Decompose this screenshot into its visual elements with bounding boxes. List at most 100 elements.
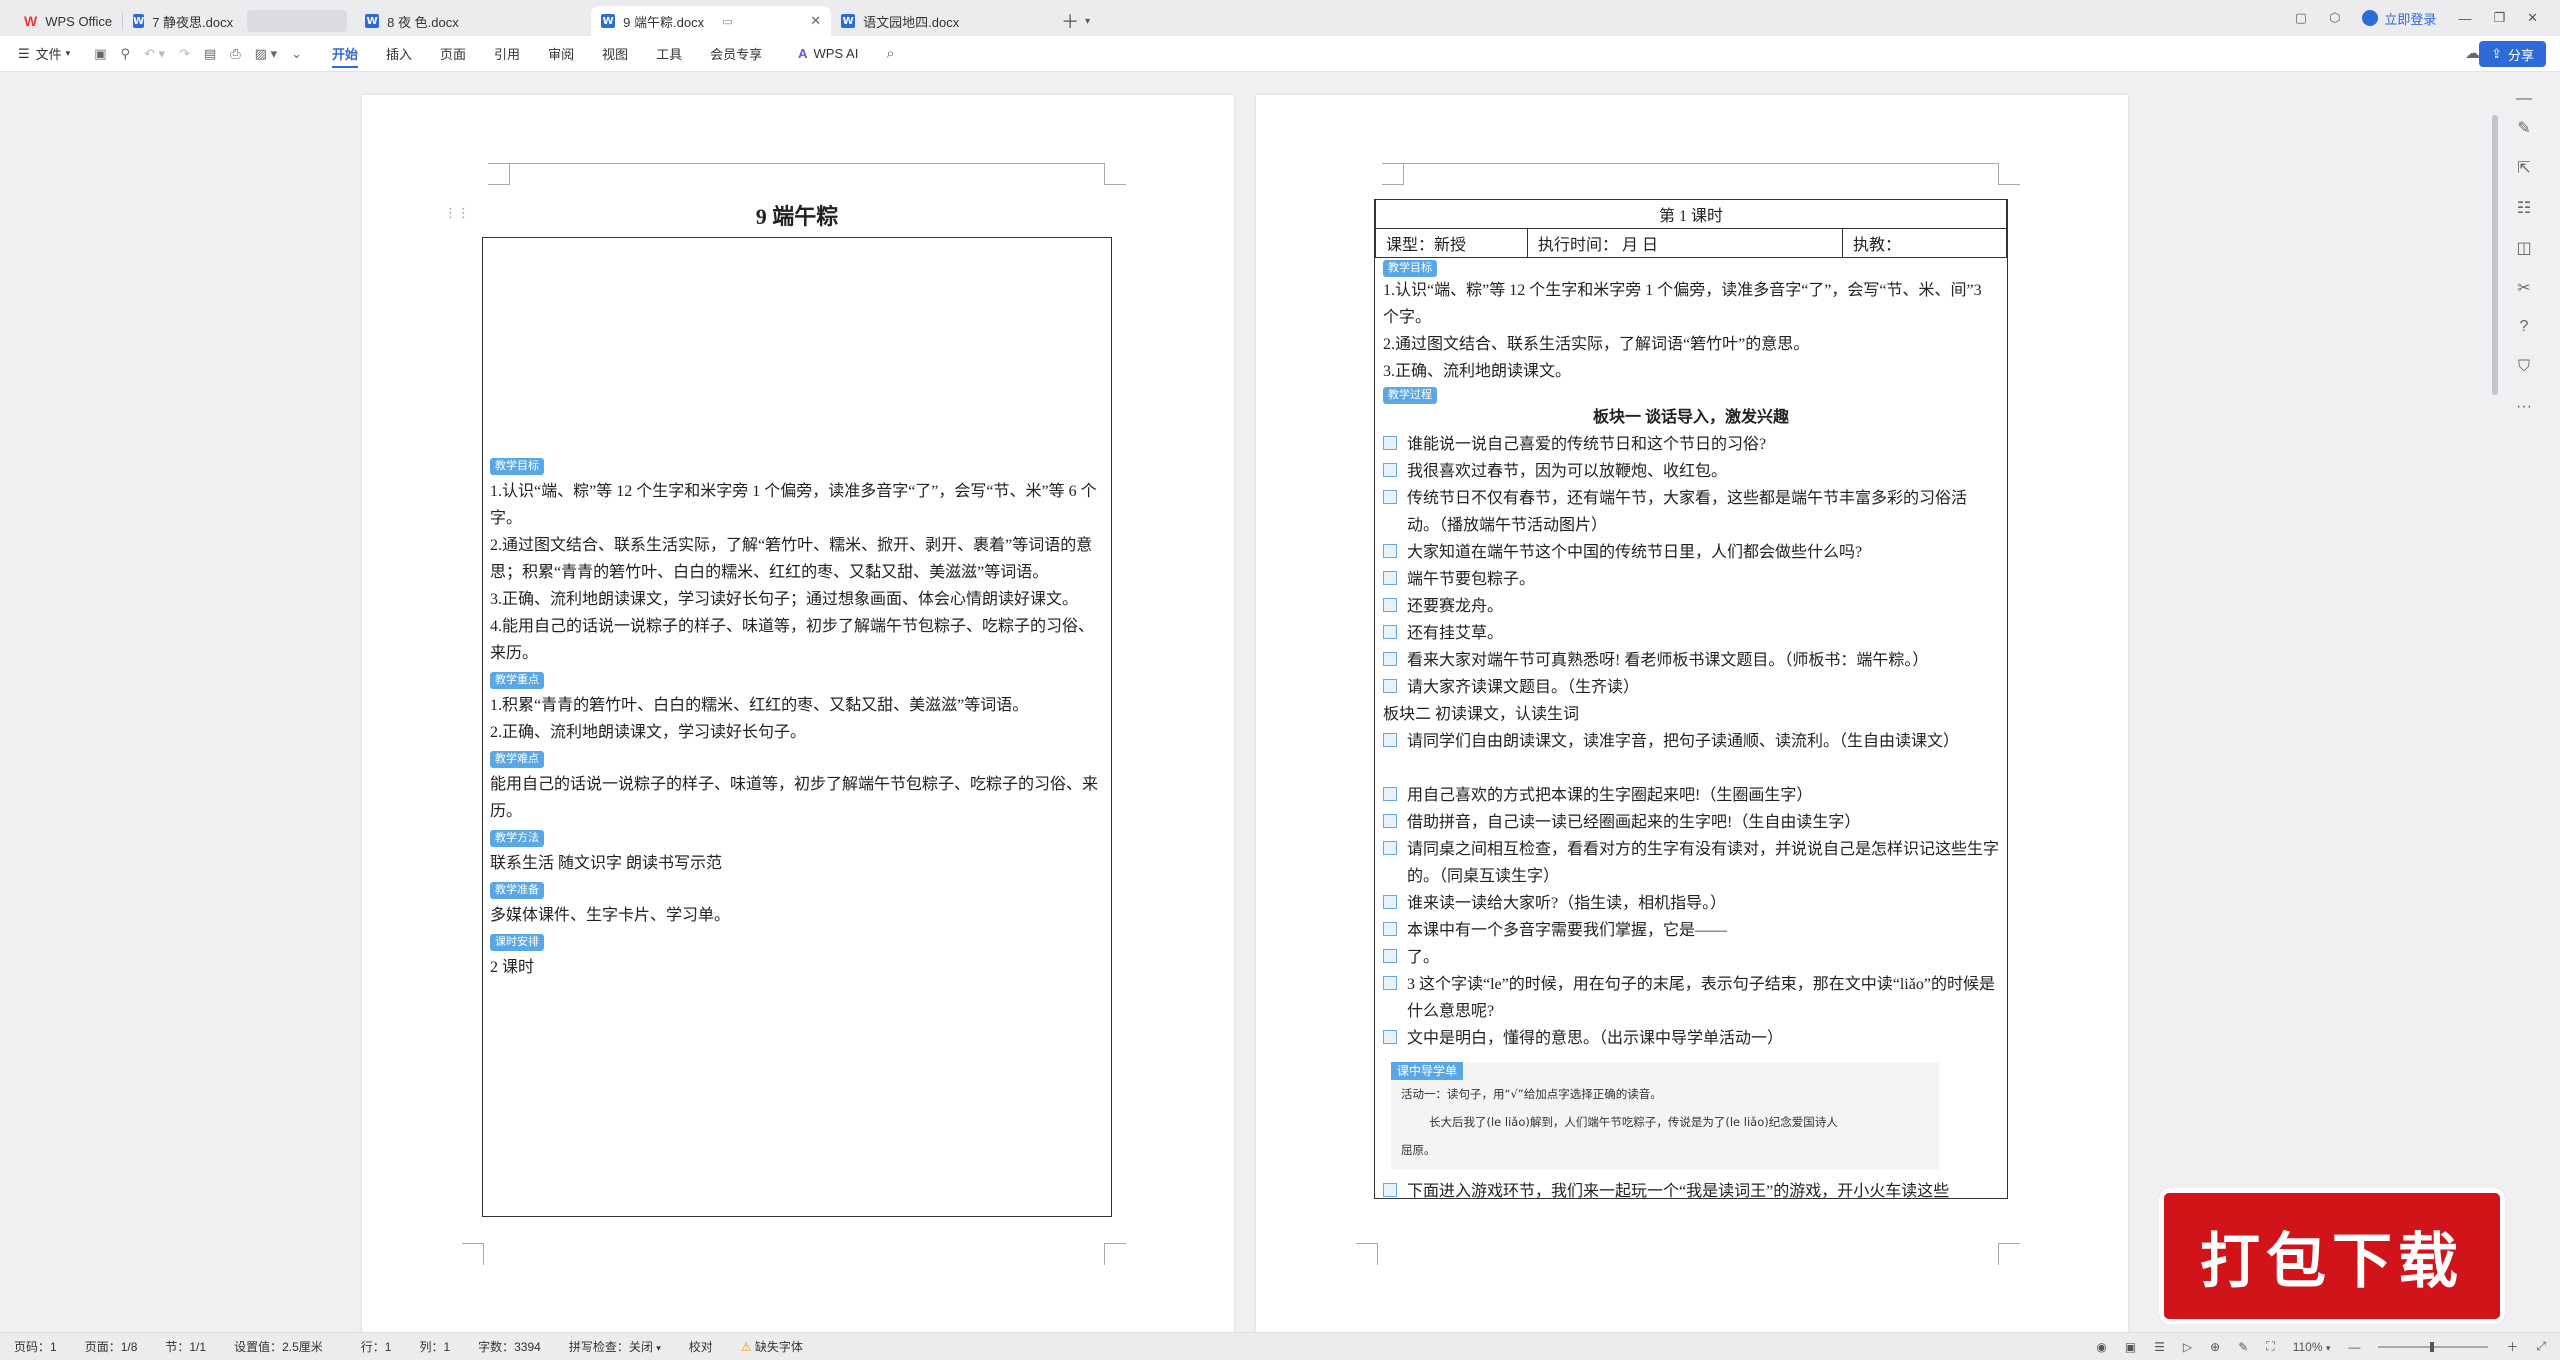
page-view-icon[interactable]: ▣ (2125, 1340, 2136, 1354)
process-row: 看来大家对端午节可真熟悉呀! 看老师板书课文题目。（师板书：端午粽。） (1383, 647, 1999, 674)
play-icon[interactable]: ▷ (2183, 1340, 2192, 1354)
undo-icon[interactable]: ↶ ▾ (144, 46, 165, 62)
checkbox-icon[interactable] (1383, 463, 1397, 477)
redo-icon[interactable]: ↷ (179, 46, 190, 62)
checkbox-icon[interactable] (1383, 949, 1397, 963)
status-spellcheck[interactable]: 拼写检查：关闭 ▾ (555, 1338, 675, 1355)
shirt-icon[interactable]: ⛉ (2512, 358, 2536, 376)
tab-wps-ai[interactable]: A WPS AI (784, 36, 872, 72)
eye-icon[interactable]: ◉ (2096, 1340, 2106, 1354)
close-tab-icon[interactable]: ✕ (800, 13, 821, 29)
edit-view-icon[interactable]: ✎ (2238, 1340, 2248, 1354)
help-icon[interactable]: ? (2512, 318, 2536, 336)
page-2[interactable]: 第 1 课时 课型：新授 执行时间： 月 日 执教： 教学目标 1.认识“端、粽… (1256, 95, 2128, 1332)
checkbox-icon[interactable] (1383, 436, 1397, 450)
cube-icon[interactable]: ⬡ (2329, 10, 2340, 26)
ribbon: ☰ 文件 ▾ ▣ ⚲ ↶ ▾ ↷ ▤ ⎙ ▨ ▾ ⌄ 开始 插入 页面 引用 审… (0, 36, 2560, 72)
checkbox-icon[interactable] (1383, 490, 1397, 504)
checkbox-icon[interactable] (1383, 598, 1397, 612)
tools-icon[interactable]: ✂ (2512, 278, 2536, 298)
status-pages[interactable]: 页面：1/8 (71, 1338, 152, 1355)
tab-yuwenyuandi[interactable]: W 语文园地四.docx (831, 6, 1051, 36)
checkbox-icon[interactable] (1383, 652, 1397, 666)
tab-review[interactable]: 审阅 (534, 36, 588, 72)
tab-wps-office[interactable]: W WPS Office (14, 6, 122, 36)
process-row: 请同学们自由朗读课文，读准字音，把句子读通顺、读流利。（生自由读课文） (1383, 728, 1999, 755)
outline-view-icon[interactable]: ☰ (2154, 1340, 2165, 1354)
checkbox-icon[interactable] (1383, 625, 1397, 639)
goal-2: 2.通过图文结合、联系生活实际，了解“箬竹叶、糯米、掀开、剥开、裹着”等词语的意… (490, 537, 1093, 581)
fullscreen-icon[interactable]: ⤢ (2536, 1339, 2546, 1354)
image-icon[interactable]: ▨ ▾ (255, 46, 277, 62)
zoom-out-icon[interactable]: — (2348, 1340, 2360, 1354)
tab-yese[interactable]: W 8 夜 色.docx (355, 6, 585, 36)
window-icon[interactable]: ▢ (2295, 10, 2307, 26)
checkbox-icon[interactable] (1383, 976, 1397, 990)
more-icon[interactable]: ··· (2512, 398, 2536, 416)
status-words[interactable]: 字数：3394 (464, 1338, 555, 1355)
tab-page[interactable]: 页面 (426, 36, 480, 72)
print-icon[interactable]: ⎙ (230, 46, 240, 62)
tab-reference[interactable]: 引用 (480, 36, 534, 72)
sliders-icon[interactable]: ☷ (2512, 198, 2536, 218)
collapse-icon[interactable]: — (2512, 90, 2536, 108)
cursor-icon[interactable]: ⇱ (2512, 158, 2536, 178)
download-banner[interactable]: 打包下载 (2159, 1188, 2505, 1324)
cloud-sync-icon: ▭ (722, 15, 733, 28)
status-page[interactable]: 页码：1 (0, 1338, 71, 1355)
scan-icon[interactable]: ◫ (2512, 238, 2536, 258)
process-row: 谁来读一读给大家听?（指生读，相机指导。） (1383, 890, 1999, 917)
tab-home[interactable]: 开始 (318, 36, 372, 72)
status-missing-font[interactable]: ⚠ 缺失字体 (727, 1338, 817, 1355)
tab-jingyesi[interactable]: W 7 静夜思.docx (123, 6, 239, 36)
share-button[interactable]: ⇪ 分享 (2479, 41, 2546, 67)
tab-insert[interactable]: 插入 (372, 36, 426, 72)
status-section[interactable]: 节：1/1 (151, 1338, 220, 1355)
zoom-slider[interactable] (2378, 1341, 2489, 1352)
checkbox-icon[interactable] (1383, 1183, 1397, 1197)
save-icon[interactable]: ▣ (94, 46, 106, 62)
web-view-icon[interactable]: ⊕ (2210, 1340, 2220, 1354)
tab-blank[interactable] (247, 10, 348, 32)
status-row[interactable]: 行：1 (347, 1338, 406, 1355)
vertical-scrollbar[interactable] (2492, 115, 2498, 395)
checkbox-icon[interactable] (1383, 571, 1397, 585)
checkbox-icon[interactable] (1383, 544, 1397, 558)
wps-ai-icon: A (798, 46, 808, 61)
cloud-icon[interactable]: ☁ (2465, 44, 2480, 62)
zoom-level[interactable]: 110% ▾ (2293, 1340, 2331, 1354)
search-icon[interactable]: ⌕ (872, 36, 908, 72)
checkbox-icon[interactable] (1383, 787, 1397, 801)
checkbox-icon[interactable] (1383, 1030, 1397, 1044)
lesson-number: 第 1 课时 (1375, 199, 2007, 229)
file-menu[interactable]: ☰ 文件 ▾ (0, 36, 84, 72)
status-col[interactable]: 列：1 (405, 1338, 464, 1355)
checkbox-icon[interactable] (1383, 895, 1397, 909)
tab-tools[interactable]: 工具 (642, 36, 696, 72)
close-window-icon[interactable]: ✕ (2527, 10, 2538, 26)
tab-view[interactable]: 视图 (588, 36, 642, 72)
document-workspace[interactable]: ⋮⋮ 9 端午粽 教学目标 1.认识“端、粽”等 12 个生字和米字旁 1 个偏… (0, 72, 2560, 1332)
checkbox-icon[interactable] (1383, 841, 1397, 855)
checkbox-icon[interactable] (1383, 922, 1397, 936)
drag-handle-icon[interactable]: ⋮⋮ (444, 205, 470, 221)
checkbox-icon[interactable] (1383, 679, 1397, 693)
tab-member[interactable]: 会员专享 (696, 36, 776, 72)
wps-logo-icon: W (24, 13, 38, 29)
print-preview-icon[interactable]: ▤ (204, 46, 216, 62)
status-setting[interactable]: 设置值：2.5厘米 (220, 1338, 337, 1355)
checkbox-icon[interactable] (1383, 733, 1397, 747)
zoom-in-icon[interactable]: ＋ (2506, 1338, 2518, 1355)
restore-icon[interactable]: ❐ (2493, 10, 2505, 26)
tab-duanwuzong[interactable]: W 9 端午粽.docx ▭ ✕ (591, 6, 832, 36)
more-chevron-icon[interactable]: ⌄ (291, 46, 302, 62)
format-painter-icon[interactable]: ⚲ (121, 46, 131, 62)
checkbox-icon[interactable] (1383, 814, 1397, 828)
fit-icon[interactable]: ⛶ (2266, 1339, 2274, 1354)
minimize-icon[interactable]: — (2458, 11, 2471, 26)
new-tab-button[interactable]: ＋ ▾ (1051, 6, 1100, 36)
status-proof[interactable]: 校对 (675, 1338, 727, 1355)
pen-icon[interactable]: ✎ (2512, 118, 2536, 138)
page-1[interactable]: ⋮⋮ 9 端午粽 教学目标 1.认识“端、粽”等 12 个生字和米字旁 1 个偏… (362, 95, 1234, 1332)
login-button[interactable]: 立即登录 (2362, 9, 2436, 28)
